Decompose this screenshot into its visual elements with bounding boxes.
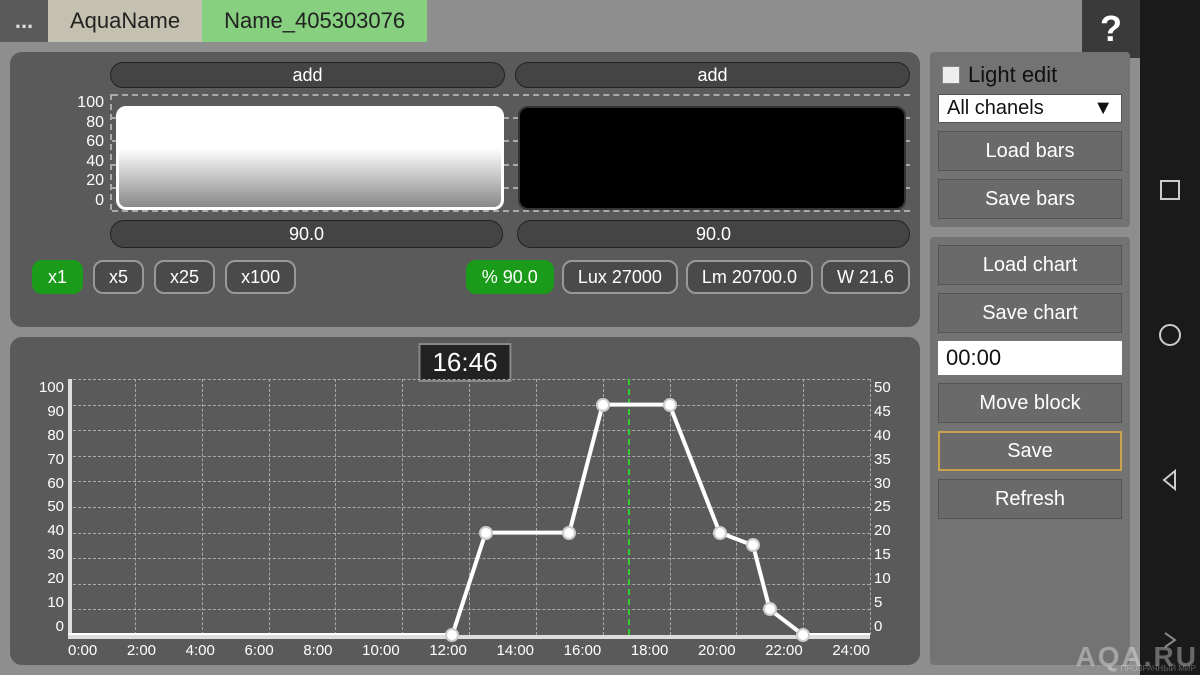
chevron-down-icon: ▼ — [1093, 97, 1113, 120]
time-input[interactable]: 00:00 — [938, 341, 1122, 375]
chart-controls-panel: Load chart Save chart 00:00 Move block S… — [930, 237, 1130, 665]
add-button-2[interactable]: add — [515, 62, 910, 88]
percent-display[interactable]: % 90.0 — [466, 260, 554, 294]
chart-point[interactable] — [479, 526, 493, 540]
channels-dropdown[interactable]: All chanels▼ — [938, 94, 1122, 123]
save-chart-button[interactable]: Save chart — [938, 293, 1122, 333]
chart-point[interactable] — [763, 602, 777, 616]
chart-point[interactable] — [596, 398, 610, 412]
chart-x-axis: 0:002:00 4:006:00 8:0010:00 12:0014:00 1… — [68, 642, 870, 659]
light-edit-panel: Light edit All chanels▼ Load bars Save b… — [930, 52, 1130, 227]
nav-back-icon[interactable] — [1158, 468, 1182, 497]
lux-display: Lux 27000 — [562, 260, 678, 294]
mult-x1-button[interactable]: x1 — [32, 260, 83, 294]
menu-button[interactable]: ... — [0, 0, 48, 42]
bars-panel: add add 1008060 40200 — [10, 52, 920, 327]
tab-aquaname[interactable]: AquaName — [48, 0, 202, 42]
bar-slot-1[interactable] — [116, 94, 504, 210]
light-edit-checkbox[interactable] — [942, 66, 960, 84]
watt-display: W 21.6 — [821, 260, 910, 294]
refresh-button[interactable]: Refresh — [938, 479, 1122, 519]
bar-slot-2[interactable] — [518, 94, 906, 210]
chart-y-axis-right: 5045 4035 3025 2015 105 0 — [874, 379, 910, 635]
nav-home-icon[interactable] — [1157, 322, 1183, 353]
mult-x25-button[interactable]: x25 — [154, 260, 215, 294]
bar-value-2[interactable]: 90.0 — [517, 220, 910, 248]
clock-display: 16:46 — [418, 343, 511, 382]
save-bars-button[interactable]: Save bars — [938, 179, 1122, 219]
nav-recent-icon[interactable] — [1158, 178, 1182, 207]
lumen-display: Lm 20700.0 — [686, 260, 813, 294]
tab-device[interactable]: Name_405303076 — [202, 0, 427, 42]
top-bar: ... AquaName Name_405303076 — [0, 0, 1140, 42]
chart-panel: 16:46 10090 8070 6050 4030 2010 0 5045 4… — [10, 337, 920, 665]
mult-x5-button[interactable]: x5 — [93, 260, 144, 294]
chart-point[interactable] — [713, 526, 727, 540]
android-nav-bar — [1140, 0, 1200, 675]
chart-point[interactable] — [663, 398, 677, 412]
mult-x100-button[interactable]: x100 — [225, 260, 296, 294]
load-chart-button[interactable]: Load chart — [938, 245, 1122, 285]
chart-point[interactable] — [445, 628, 459, 642]
chart-y-axis-left: 10090 8070 6050 4030 2010 0 — [20, 379, 64, 635]
move-block-button[interactable]: Move block — [938, 383, 1122, 423]
watermark-sub: ПРОЗРАЧНЫЙ МИР — [1121, 664, 1196, 673]
chart-point[interactable] — [562, 526, 576, 540]
chart-point[interactable] — [796, 628, 810, 642]
bar-grid — [110, 94, 910, 210]
chart-body[interactable] — [68, 379, 870, 635]
light-edit-label: Light edit — [968, 62, 1057, 88]
help-button[interactable]: ? — [1082, 0, 1140, 58]
bar-value-1[interactable]: 90.0 — [110, 220, 503, 248]
bar-y-axis: 1008060 40200 — [20, 94, 110, 210]
add-button-1[interactable]: add — [110, 62, 505, 88]
save-button[interactable]: Save — [938, 431, 1122, 471]
load-bars-button[interactable]: Load bars — [938, 131, 1122, 171]
chart-point[interactable] — [746, 538, 760, 552]
